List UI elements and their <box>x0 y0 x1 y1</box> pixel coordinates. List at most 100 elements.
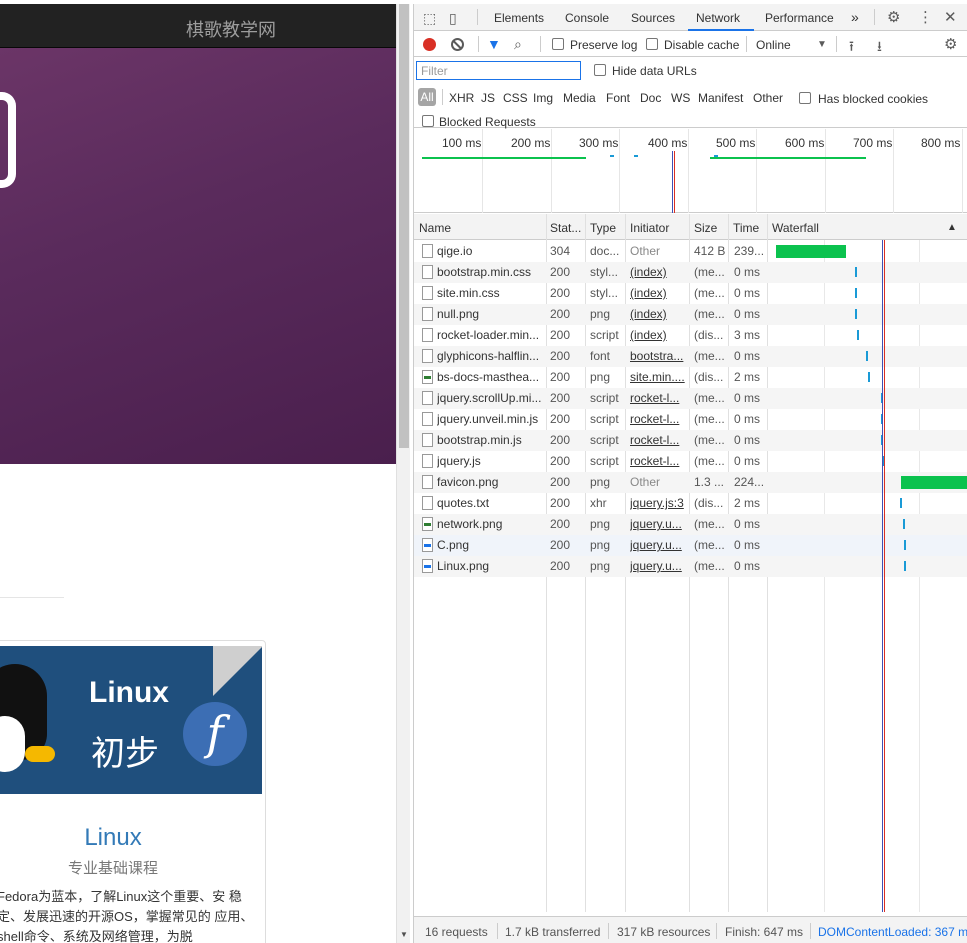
disable-cache-checkbox[interactable] <box>646 38 658 50</box>
column-initiator[interactable]: Initiator <box>630 221 669 235</box>
filter-input[interactable] <box>416 61 581 80</box>
waterfall-bar <box>904 540 906 550</box>
hero-banner <box>0 48 396 464</box>
preserve-log-checkbox[interactable] <box>552 38 564 50</box>
filter-type-js[interactable]: JS <box>481 91 495 105</box>
request-name: jquery.unveil.min.js <box>437 412 539 426</box>
search-icon[interactable]: ⌕ <box>514 36 522 53</box>
waterfall-bar <box>900 498 902 508</box>
request-initiator[interactable]: rocket-l... <box>630 391 686 406</box>
waterfall-bar <box>868 372 870 382</box>
network-overview[interactable]: 100 ms 200 ms 300 ms 400 ms 500 ms 600 m… <box>414 129 967 213</box>
overview-tick-label: 300 ms <box>579 136 619 150</box>
overview-grid-line <box>756 129 757 213</box>
overview-request-bar <box>422 157 586 159</box>
toolbar-separator <box>540 36 541 52</box>
filter-type-manifest[interactable]: Manifest <box>698 91 743 105</box>
filter-type-media[interactable]: Media <box>563 91 596 105</box>
request-initiator[interactable]: site.min.... <box>630 370 686 385</box>
filter-type-doc[interactable]: Doc <box>640 91 661 105</box>
request-time: 0 ms <box>734 412 761 426</box>
filter-type-other[interactable]: Other <box>753 91 783 105</box>
request-initiator[interactable]: jquery.u... <box>630 538 686 553</box>
import-har-icon[interactable]: ⭱ <box>849 36 854 60</box>
column-type[interactable]: Type <box>590 221 616 235</box>
column-name[interactable]: Name <box>419 221 451 235</box>
throttling-select[interactable]: Online <box>756 38 791 52</box>
waterfall-bar <box>901 476 967 489</box>
column-time[interactable]: Time <box>733 221 759 235</box>
more-tabs-icon[interactable]: » <box>851 9 859 25</box>
request-size: (me... <box>694 286 725 300</box>
request-size: (me... <box>694 559 725 573</box>
status-request-count: 16 requests <box>425 925 488 939</box>
request-initiator[interactable]: (index) <box>630 328 686 343</box>
export-har-icon[interactable]: ⭳ <box>877 36 882 60</box>
network-settings-gear-icon[interactable]: ⚙ <box>944 35 957 53</box>
filter-type-font[interactable]: Font <box>606 91 630 105</box>
filter-type-img[interactable]: Img <box>533 91 553 105</box>
requests-table-header: Name Stat... Type Initiator Size Time Wa… <box>414 214 967 240</box>
has-blocked-cookies-checkbox[interactable] <box>799 92 811 104</box>
request-name: network.png <box>437 517 503 531</box>
settings-gear-icon[interactable]: ⚙ <box>887 8 900 26</box>
column-size[interactable]: Size <box>694 221 717 235</box>
page-scrollbar[interactable]: ▼ <box>396 4 410 943</box>
request-initiator[interactable]: bootstra... <box>630 349 686 364</box>
tab-sources[interactable]: Sources <box>631 11 675 25</box>
course-card-linux[interactable]: Linux 初步 f Linux 专业基础课程 Fedora为蓝本，了解Linu… <box>0 640 266 943</box>
inspect-element-icon[interactable]: ⬚ <box>423 10 436 27</box>
request-time: 0 ms <box>734 433 761 447</box>
filter-type-css[interactable]: CSS <box>503 91 528 105</box>
disable-cache-label: Disable cache <box>664 38 740 52</box>
request-initiator[interactable]: rocket-l... <box>630 433 686 448</box>
scroll-down-arrow-icon[interactable]: ▼ <box>400 930 408 939</box>
close-devtools-icon[interactable]: ✕ <box>944 8 957 26</box>
course-card-image[interactable]: Linux 初步 f <box>0 646 262 794</box>
course-title[interactable]: Linux <box>0 824 235 852</box>
sort-ascending-icon[interactable]: ▲ <box>947 222 957 233</box>
page-scrollbar-thumb[interactable] <box>399 4 409 448</box>
request-initiator[interactable]: (index) <box>630 307 686 322</box>
column-status[interactable]: Stat... <box>550 221 581 235</box>
request-initiator[interactable]: (index) <box>630 286 686 301</box>
overview-tick-label: 400 ms <box>648 136 688 150</box>
clear-icon[interactable] <box>451 38 464 51</box>
request-name: quotes.txt <box>437 496 490 510</box>
request-time: 0 ms <box>734 454 761 468</box>
request-name: jquery.scrollUp.mi... <box>437 391 542 405</box>
request-initiator[interactable]: (index) <box>630 265 686 280</box>
request-initiator[interactable]: jquery.u... <box>630 559 686 574</box>
hide-data-urls-checkbox[interactable] <box>594 64 606 76</box>
tux-feet <box>25 746 55 762</box>
blocked-requests-checkbox[interactable] <box>422 115 434 127</box>
kebab-menu-icon[interactable]: ⋮ <box>918 8 933 26</box>
tab-separator <box>874 9 875 25</box>
overview-tick-label: 600 ms <box>785 136 825 150</box>
device-toolbar-icon[interactable]: ▯ <box>449 10 457 27</box>
filter-type-xhr[interactable]: XHR <box>449 91 474 105</box>
course-description: Fedora为蓝本，了解Linux这个重要、安 稳定、发展迅速的开源OS，掌握常… <box>0 889 254 943</box>
tab-elements[interactable]: Elements <box>494 11 544 25</box>
file-icon <box>422 349 433 363</box>
tab-performance[interactable]: Performance <box>765 11 834 25</box>
record-icon[interactable] <box>423 38 436 51</box>
hero-logo-fragment <box>0 92 16 188</box>
request-initiator[interactable]: jquery.u... <box>630 517 686 532</box>
column-waterfall[interactable]: Waterfall <box>772 221 819 235</box>
filter-separator <box>442 89 443 105</box>
request-status: 200 <box>550 370 571 384</box>
image-file-icon <box>422 559 433 573</box>
request-size: (me... <box>694 517 725 531</box>
tab-network[interactable]: Network <box>696 11 740 25</box>
request-name: bootstrap.min.css <box>437 265 532 279</box>
tab-console[interactable]: Console <box>565 11 609 25</box>
filter-type-all[interactable]: All <box>418 88 436 106</box>
request-initiator[interactable]: rocket-l... <box>630 412 686 427</box>
request-initiator[interactable]: rocket-l... <box>630 454 686 469</box>
request-initiator[interactable]: jquery.js:3 <box>630 496 686 511</box>
filter-funnel-icon[interactable]: ▼ <box>487 36 501 52</box>
filter-type-ws[interactable]: WS <box>671 91 690 105</box>
chevron-down-icon[interactable]: ▼ <box>817 39 827 50</box>
site-brand[interactable]: 棋歌教学网 <box>186 16 276 42</box>
